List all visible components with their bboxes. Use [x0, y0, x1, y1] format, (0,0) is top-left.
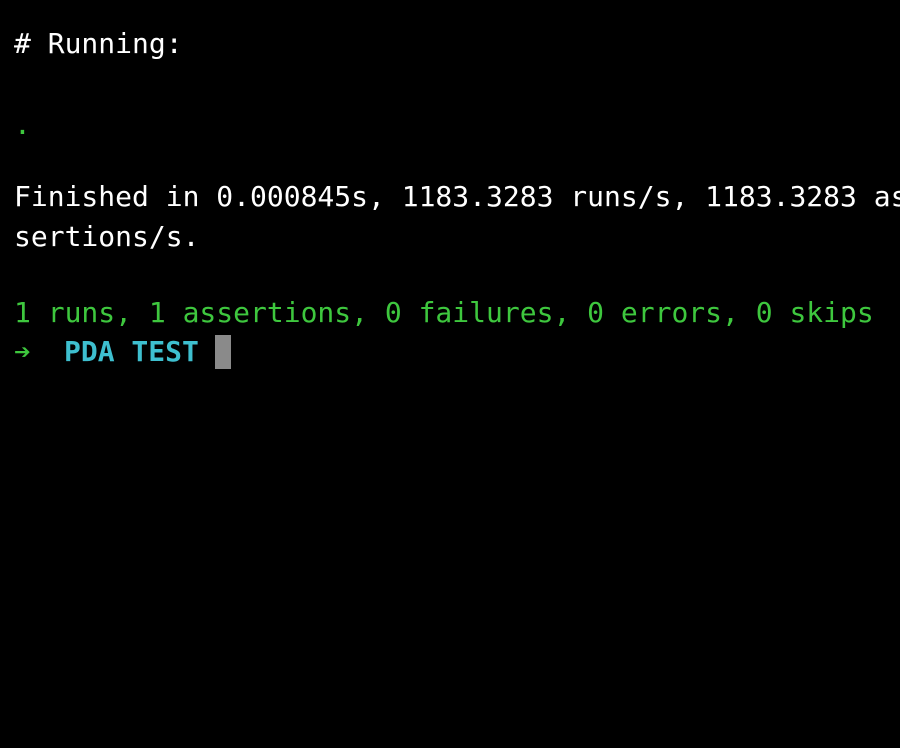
running-header: # Running:: [14, 27, 183, 60]
block-cursor[interactable]: [214, 335, 231, 369]
arrow-right-icon: ➔: [14, 335, 31, 368]
prompt-directory: PDA TEST: [64, 335, 199, 368]
finished-line-1: Finished in 0.000845s, 1183.3283 runs/s,…: [14, 180, 900, 213]
progress-dot: .: [14, 108, 31, 141]
finished-line-2: sertions/s.: [14, 220, 200, 253]
terminal-window[interactable]: # Running: . Finished in 0.000845s, 1183…: [0, 0, 900, 748]
test-summary: 1 runs, 1 assertions, 0 failures, 0 erro…: [14, 296, 874, 329]
shell-prompt[interactable]: ➔ PDA TEST: [14, 335, 231, 369]
